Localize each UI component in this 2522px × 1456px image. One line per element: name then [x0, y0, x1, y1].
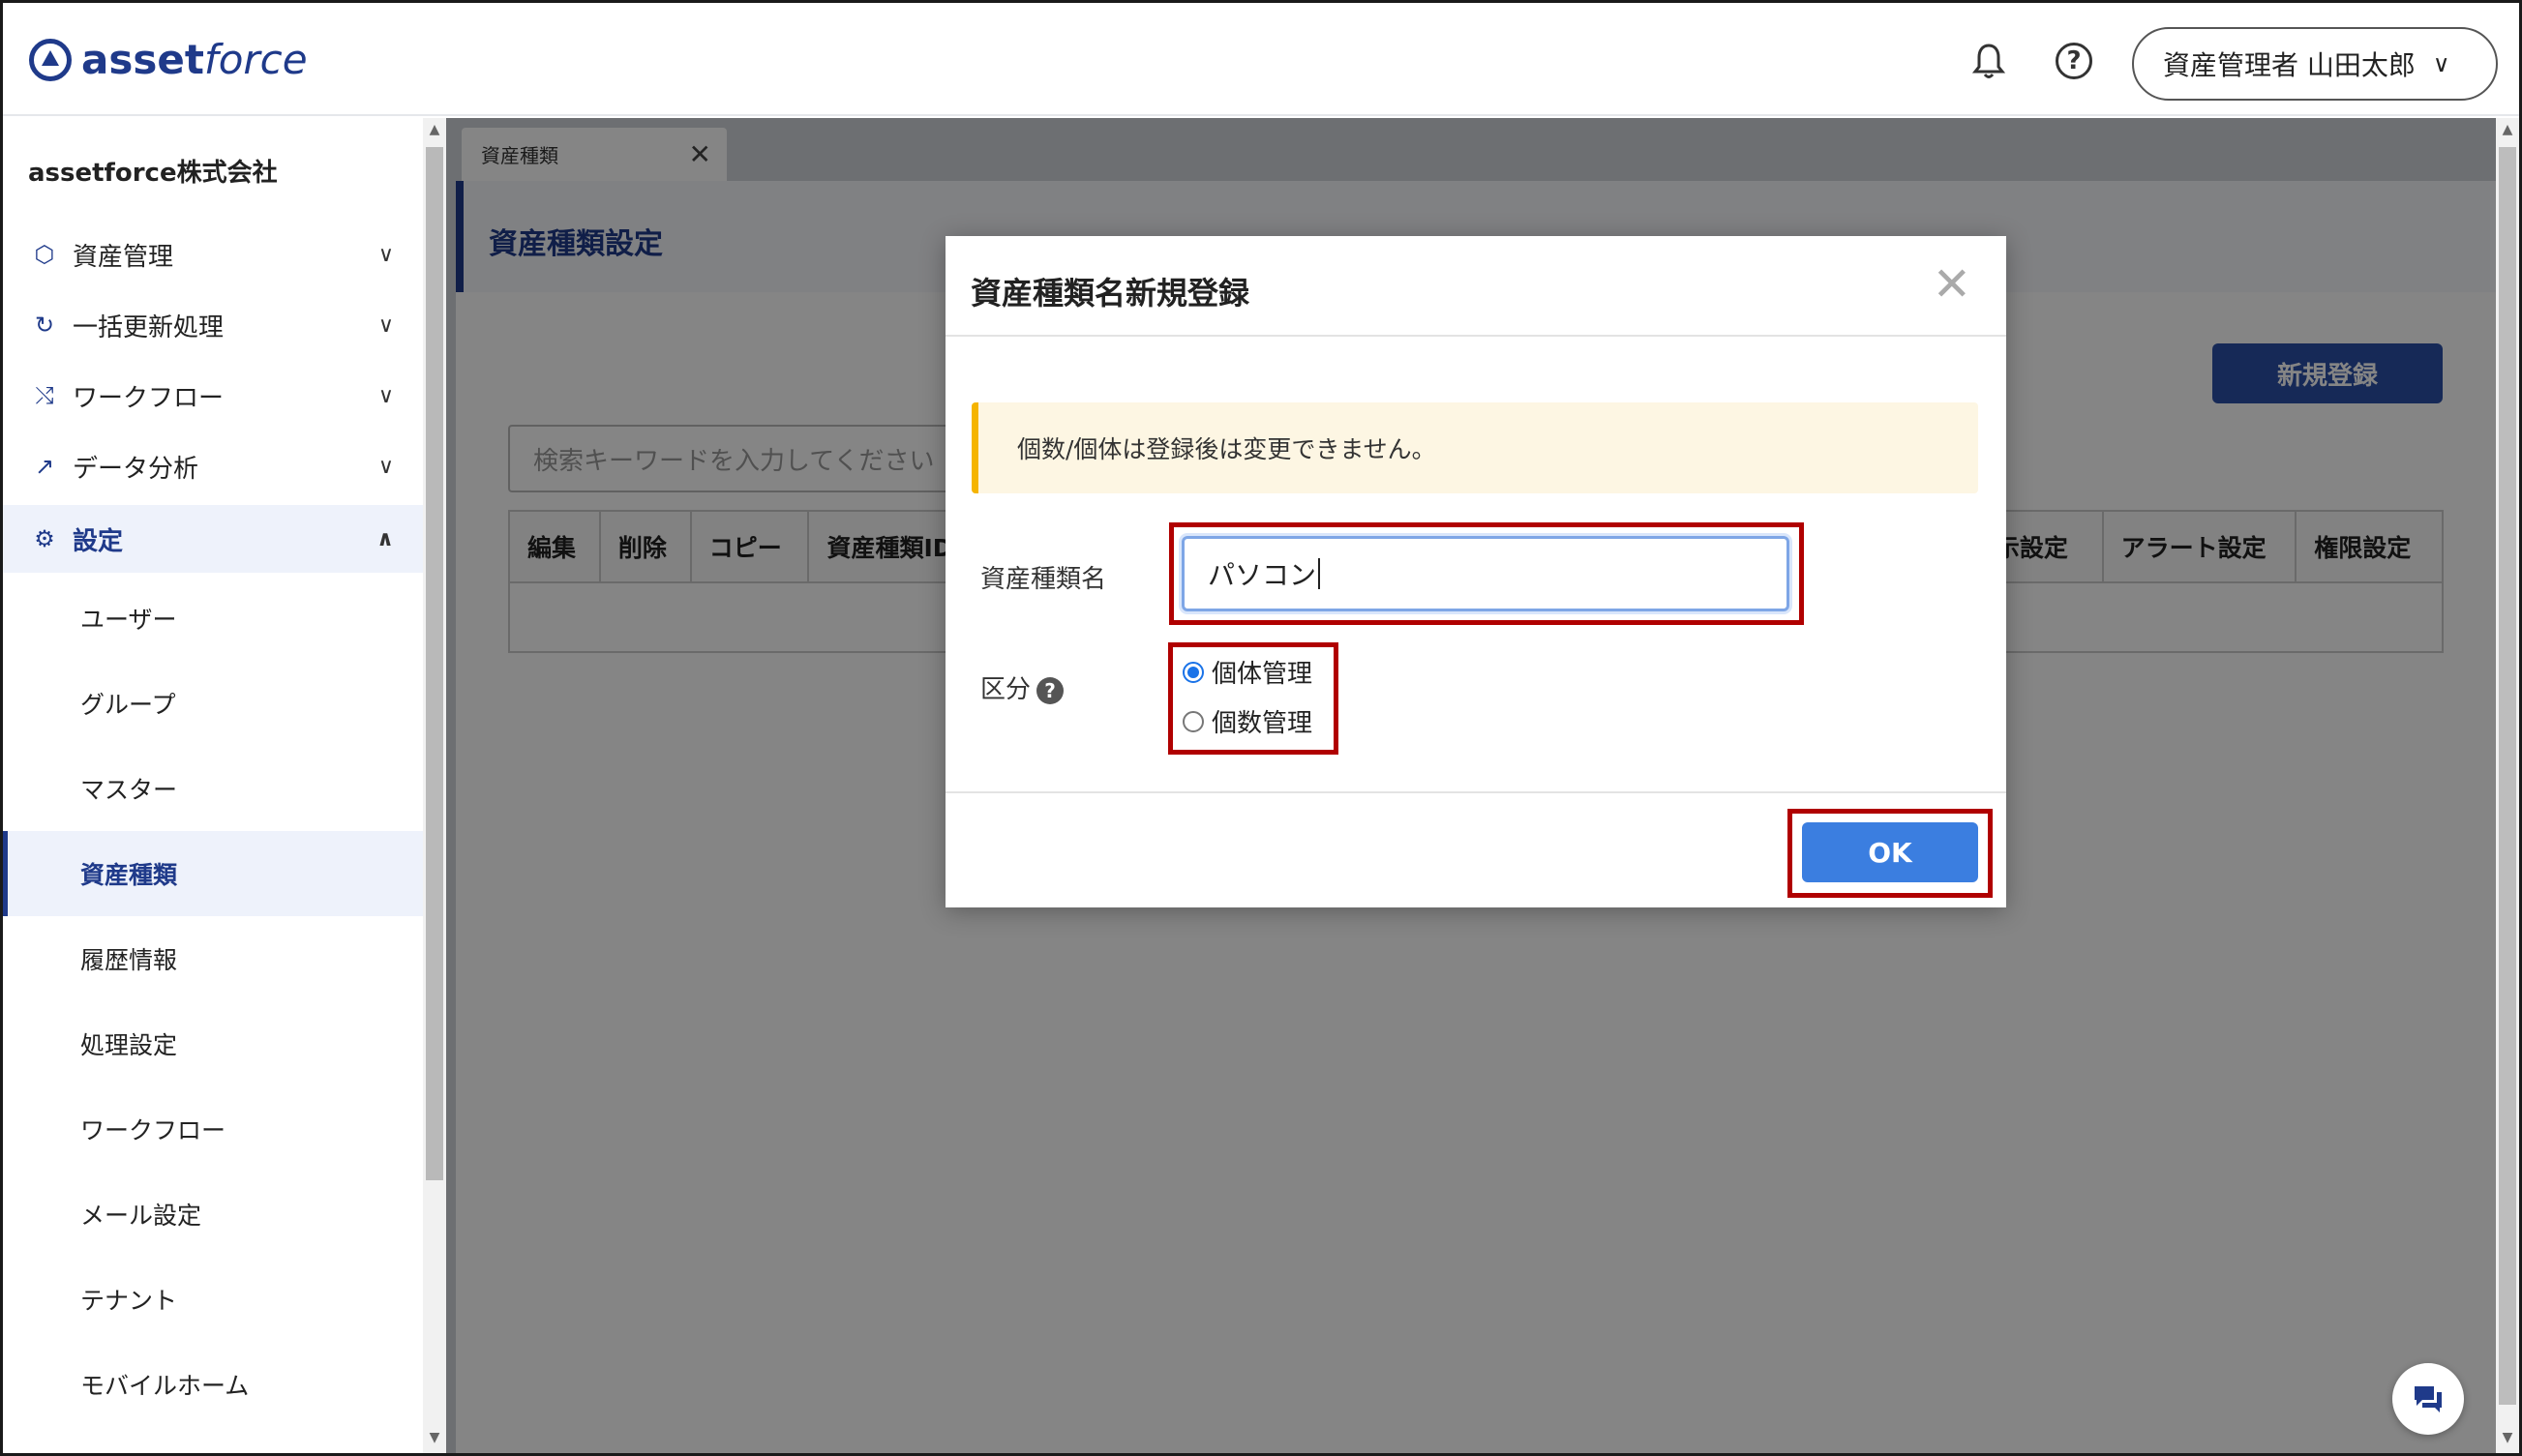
sidebar-item-label: ワークフロー	[73, 383, 225, 413]
chevron-down-icon: ∨	[377, 242, 394, 267]
settings-item-workflow[interactable]: ワークフロー	[3, 1086, 423, 1172]
user-menu-button[interactable]: 資産管理者 山田太郎 ∨	[2132, 27, 2498, 101]
dialog-title: 資産種類名新規登録	[971, 275, 1250, 312]
asset-type-name-label: 資産種類名	[980, 565, 1107, 594]
gear-icon: ⚙	[34, 525, 55, 552]
settings-item-tenant[interactable]: テナント	[3, 1257, 423, 1342]
sidebar-item-asset-management[interactable]: ⬡ 資産管理 ∨	[3, 221, 423, 288]
sidebar-scroll-thumb[interactable]	[426, 147, 443, 1180]
settings-item-groups[interactable]: グループ	[3, 661, 423, 746]
warning-notice: 個数/個体は登録後は変更できません。	[972, 402, 1978, 493]
bell-icon[interactable]	[1967, 40, 2010, 82]
analytics-icon: ↗	[34, 453, 55, 480]
chat-support-button[interactable]	[2392, 1363, 2464, 1435]
user-name: 資産管理者 山田太郎	[2163, 49, 2416, 81]
settings-item-users[interactable]: ユーザー	[3, 576, 423, 661]
chevron-down-icon: ∨	[377, 312, 394, 338]
help-icon[interactable]: ?	[1036, 676, 1065, 704]
settings-item-master[interactable]: マスター	[3, 746, 423, 831]
sidebar-item-label: データ分析	[73, 454, 199, 484]
radio-quantity[interactable]: 個数管理	[1183, 703, 1312, 739]
logo-text: assetforce	[81, 36, 308, 83]
scroll-down-arrow-icon[interactable]: ▼	[423, 1430, 446, 1445]
asset-type-name-input[interactable]: パソコン	[1182, 536, 1789, 611]
sidebar-item-label: 一括更新処理	[73, 312, 225, 342]
page-scroll-thumb[interactable]	[2499, 147, 2516, 1405]
dialog-header: 資産種類名新規登録 ✕	[946, 236, 2006, 337]
sidebar-item-data-analysis[interactable]: ↗ データ分析 ∨	[3, 432, 423, 500]
help-icon[interactable]: ?	[2053, 40, 2095, 82]
sidebar-item-label: 資産管理	[73, 242, 174, 272]
sidebar-item-workflow[interactable]: ⤭ ワークフロー ∨	[3, 362, 423, 430]
sidebar-item-label: 設定	[73, 526, 124, 556]
chevron-up-icon: ∧	[376, 526, 394, 551]
input-value: パソコン	[1208, 559, 1317, 591]
chevron-down-icon: ∨	[2432, 50, 2450, 77]
ok-button[interactable]: OK	[1802, 822, 1978, 882]
settings-item-processing[interactable]: 処理設定	[3, 1001, 423, 1086]
scroll-down-arrow-icon[interactable]: ▼	[2496, 1430, 2519, 1445]
radio-label: 個体管理	[1212, 660, 1313, 689]
sidebar-item-settings[interactable]: ⚙ 設定 ∧	[3, 505, 423, 573]
sidebar-scrollbar[interactable]: ▲ ▼	[423, 118, 446, 1453]
radio-button[interactable]	[1183, 710, 1204, 732]
cube-icon: ⬡	[34, 241, 55, 268]
dialog-footer-divider	[946, 791, 2006, 793]
close-icon[interactable]: ✕	[1933, 257, 1971, 312]
app-header: assetforce ? 資産管理者 山田太郎 ∨	[3, 3, 2519, 116]
settings-item-asset-types[interactable]: 資産種類	[3, 831, 423, 916]
radio-individual[interactable]: 個体管理	[1183, 654, 1312, 690]
chat-icon	[2415, 1386, 2442, 1412]
radio-button[interactable]	[1183, 661, 1204, 683]
sidebar-item-bulk-update[interactable]: ↻ 一括更新処理 ∨	[3, 291, 423, 359]
settings-item-mobile-home[interactable]: モバイルホーム	[3, 1342, 423, 1427]
scroll-up-arrow-icon[interactable]: ▲	[2496, 122, 2519, 137]
category-label: 区分?	[980, 669, 1065, 705]
page-scrollbar[interactable]: ▲ ▼	[2496, 118, 2519, 1453]
refresh-icon: ↻	[34, 312, 55, 339]
text-caret	[1318, 558, 1321, 589]
settings-item-mail[interactable]: メール設定	[3, 1172, 423, 1257]
radio-label: 個数管理	[1212, 709, 1313, 738]
app-logo[interactable]: assetforce	[29, 36, 308, 83]
company-name: assetforce株式会社	[28, 159, 278, 188]
register-asset-type-dialog: 資産種類名新規登録 ✕ 個数/個体は登録後は変更できません。 資産種類名 パソコ…	[946, 236, 2006, 907]
settings-item-history[interactable]: 履歴情報	[3, 916, 423, 1001]
scroll-up-arrow-icon[interactable]: ▲	[423, 122, 446, 137]
chevron-down-icon: ∨	[377, 383, 394, 408]
workflow-icon: ⤭	[35, 382, 54, 409]
logo-mark-icon	[29, 38, 72, 81]
category-label-text: 区分	[980, 675, 1032, 704]
chevron-down-icon: ∨	[377, 454, 394, 479]
sidebar: assetforce株式会社 ⬡ 資産管理 ∨ ↻ 一括更新処理 ∨ ⤭ ワーク…	[3, 118, 423, 1453]
